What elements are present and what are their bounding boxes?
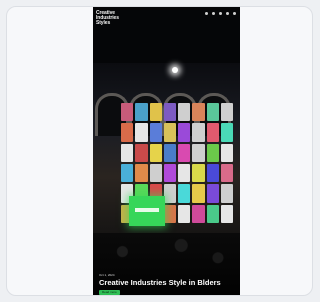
mobile-screenshot: Creative Industries Styles Oct 1, 2024 C… (93, 7, 240, 295)
read-more-button[interactable]: Read more (99, 290, 120, 295)
article-date: Oct 1, 2024 (99, 273, 115, 277)
search-icon[interactable] (212, 12, 215, 15)
top-nav-icons (205, 12, 236, 15)
share-icon[interactable] (219, 12, 222, 15)
language-icon[interactable] (233, 12, 236, 15)
menu-icon[interactable] (205, 12, 208, 15)
brand-line-3: Styles (96, 20, 111, 26)
user-icon[interactable] (226, 12, 229, 15)
brand-logo[interactable]: Creative Industries Styles (96, 11, 119, 26)
green-stage-panel (129, 196, 165, 226)
ceiling-light (172, 67, 178, 73)
article-title[interactable]: Creative Industries Style in Blders (99, 278, 221, 287)
